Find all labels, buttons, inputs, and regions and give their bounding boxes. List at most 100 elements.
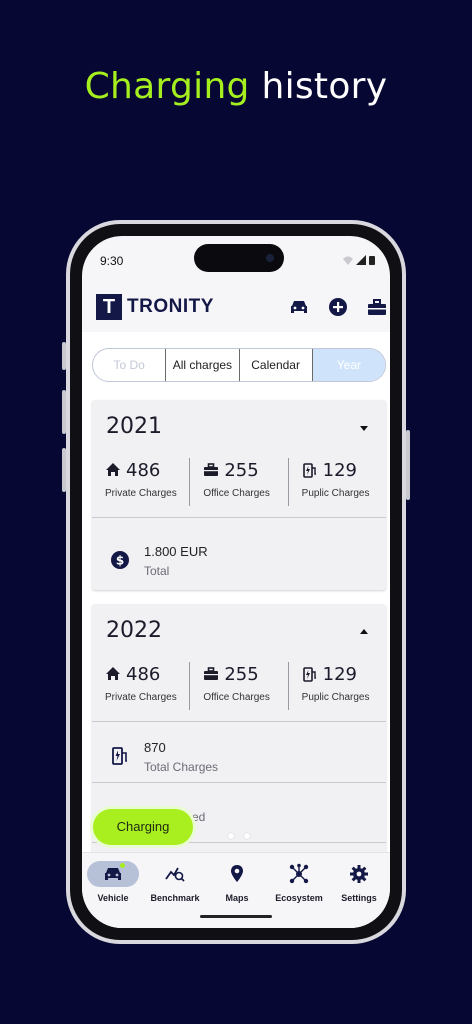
phone-power-button bbox=[406, 430, 410, 500]
app-bar: T TRONITY bbox=[82, 288, 390, 332]
nav-label: Benchmark bbox=[150, 893, 200, 903]
promo-title-accent: Charging bbox=[84, 66, 250, 107]
dynamic-island bbox=[194, 244, 284, 272]
page-dots bbox=[228, 826, 260, 844]
promo-title-rest: history bbox=[249, 66, 388, 107]
charging-station-icon bbox=[112, 747, 127, 765]
row-value: 870 bbox=[144, 740, 166, 755]
stat-label: Private Charges bbox=[105, 692, 177, 703]
notification-dot bbox=[120, 863, 125, 868]
nav-icon-container bbox=[87, 861, 139, 887]
chevron-down-icon[interactable] bbox=[360, 426, 368, 431]
stat-value: 255 bbox=[224, 459, 259, 481]
card-stats: 486 Private Charges 255 Office Charges 1… bbox=[92, 458, 386, 506]
stat-label: Office Charges bbox=[203, 692, 270, 703]
phone-bezel: 9:30 T TRONITY To Do All charges Calenda… bbox=[70, 224, 402, 940]
briefcase-icon bbox=[204, 667, 219, 680]
dollar-icon: $ bbox=[111, 551, 129, 569]
card-stats: 486 Private Charges 255 Office Charges 1… bbox=[92, 662, 386, 710]
nav-vehicle[interactable]: Vehicle bbox=[82, 861, 144, 903]
card-year: 2022 bbox=[106, 618, 162, 643]
nav-maps[interactable]: Maps bbox=[206, 861, 268, 903]
promo-title: Charging history bbox=[0, 66, 472, 107]
total-charges-row: 870 Total Charges bbox=[92, 726, 386, 786]
stat-private: 486 Private Charges bbox=[92, 662, 191, 710]
nav-settings[interactable]: Settings bbox=[328, 861, 390, 903]
tab-all-charges[interactable]: All charges bbox=[166, 349, 240, 381]
stat-value: 129 bbox=[322, 459, 358, 481]
phone-frame: 9:30 T TRONITY To Do All charges Calenda… bbox=[62, 220, 410, 944]
stat-value: 486 bbox=[126, 459, 161, 481]
stat-value: 255 bbox=[224, 663, 259, 685]
brand-name: TRONITY bbox=[127, 296, 214, 317]
period-tabs: To Do All charges Calendar Year bbox=[92, 348, 386, 382]
row-value: 1.800 EUR bbox=[144, 544, 208, 559]
nav-icon-container bbox=[333, 861, 385, 887]
svg-text:$: $ bbox=[116, 554, 124, 568]
divider bbox=[92, 721, 386, 722]
nav-icon-container bbox=[149, 861, 201, 887]
stat-office: 255 Office Charges bbox=[190, 662, 289, 710]
nav-label: Settings bbox=[341, 893, 377, 903]
row-label: ed bbox=[192, 810, 206, 824]
nav-benchmark[interactable]: Benchmark bbox=[144, 861, 206, 903]
benchmark-icon bbox=[165, 867, 185, 882]
stat-office: 255 Office Charges bbox=[190, 458, 289, 506]
map-pin-icon bbox=[231, 865, 243, 882]
card-year: 2021 bbox=[106, 414, 162, 439]
bottom-navigation: Vehicle Benchmark Maps Ecosystem Setting… bbox=[82, 852, 390, 928]
stat-value: 129 bbox=[322, 663, 358, 685]
home-icon bbox=[106, 667, 120, 680]
briefcase-icon bbox=[204, 463, 219, 476]
brand-logo: T bbox=[96, 294, 122, 320]
divider bbox=[92, 517, 386, 518]
wifi-icon bbox=[343, 256, 353, 265]
tab-year[interactable]: Year bbox=[312, 349, 385, 381]
stat-public: 129 Puplic Charges bbox=[289, 662, 386, 710]
phone-volume-up bbox=[62, 390, 66, 434]
row-label: Total bbox=[144, 564, 170, 578]
nav-label: Maps bbox=[225, 893, 249, 903]
toolbox-icon[interactable] bbox=[366, 296, 388, 318]
main-content: To Do All charges Calendar Year 2021 486 bbox=[82, 332, 390, 864]
stat-label: Office Charges bbox=[203, 488, 270, 499]
nav-ecosystem[interactable]: Ecosystem bbox=[268, 861, 330, 903]
nav-label: Vehicle bbox=[97, 893, 129, 903]
charging-button[interactable]: Charging bbox=[93, 809, 193, 845]
status-time: 9:30 bbox=[100, 254, 124, 268]
nav-icon-container bbox=[211, 861, 263, 887]
charging-station-icon bbox=[302, 463, 316, 478]
tab-calendar[interactable]: Calendar bbox=[240, 349, 313, 381]
ecosystem-icon bbox=[289, 863, 309, 884]
home-indicator bbox=[200, 915, 272, 918]
stat-label: Private Charges bbox=[105, 488, 177, 499]
chevron-up-icon[interactable] bbox=[360, 629, 368, 634]
divider bbox=[92, 782, 386, 783]
battery-icon bbox=[369, 256, 375, 265]
nav-label: Ecosystem bbox=[275, 893, 323, 903]
stat-private: 486 Private Charges bbox=[92, 458, 191, 506]
status-bar: 9:30 bbox=[82, 236, 390, 284]
stat-label: Puplic Charges bbox=[301, 488, 370, 499]
stat-value: 486 bbox=[126, 663, 161, 685]
page-dot[interactable] bbox=[244, 833, 250, 839]
stat-label: Puplic Charges bbox=[301, 692, 370, 703]
add-circle-icon[interactable] bbox=[327, 296, 349, 318]
home-icon bbox=[106, 463, 120, 476]
status-icons bbox=[343, 255, 375, 265]
phone-side-button bbox=[62, 342, 66, 370]
year-card-2021: 2021 486 Private Charges 255 Office Char… bbox=[92, 400, 386, 590]
camera-dot bbox=[266, 254, 274, 262]
stat-public: 129 Puplic Charges bbox=[289, 458, 386, 506]
total-row: $ 1.800 EUR Total bbox=[92, 530, 386, 590]
signal-icon bbox=[356, 255, 366, 265]
car-icon[interactable] bbox=[288, 296, 310, 318]
phone-volume-down bbox=[62, 448, 66, 492]
tab-to-do[interactable]: To Do bbox=[93, 349, 167, 381]
phone-screen: 9:30 T TRONITY To Do All charges Calenda… bbox=[82, 236, 390, 928]
row-label: Total Charges bbox=[144, 760, 219, 774]
nav-icon-container bbox=[273, 861, 325, 887]
gear-icon bbox=[350, 865, 368, 883]
charging-station-icon bbox=[302, 667, 316, 682]
page-dot[interactable] bbox=[228, 833, 234, 839]
